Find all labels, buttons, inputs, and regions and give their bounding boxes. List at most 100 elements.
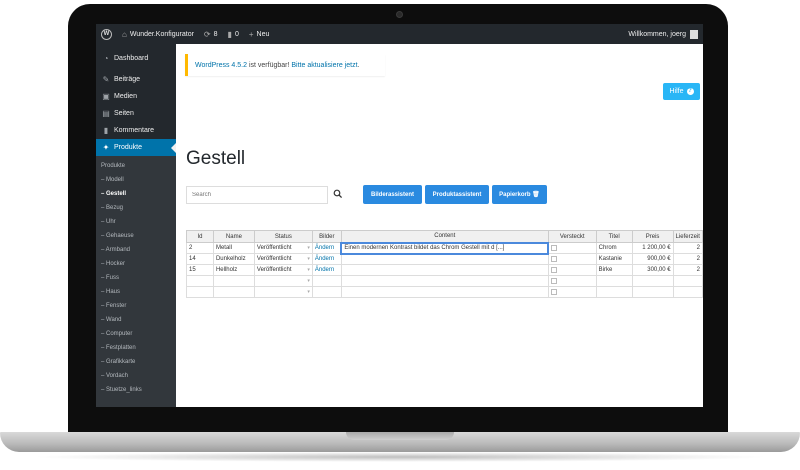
new-content-link[interactable]: + Neu [244,24,275,44]
cell-lieferzeit[interactable]: 2 [672,264,703,276]
submenu-item-uhr[interactable]: – Uhr [96,215,176,229]
wordpress-version-link[interactable]: WordPress 4.5.2 [195,62,247,69]
menu-label: Produkte [114,144,143,151]
cell-versteckt [547,242,597,254]
laptop-shadow [30,452,770,462]
submenu-item-armband[interactable]: – Armband [96,243,176,257]
cell-content[interactable] [340,264,549,276]
admin-sidebar: ◔ Dashboard ✎ Beiträge ▣ Medien ▤ Seiten… [96,44,176,407]
home-icon: ⌂ [122,29,127,39]
hidden-checkbox[interactable] [550,266,557,273]
cell-name[interactable]: Hellholz [212,264,255,276]
submenu-item-gehaeuse[interactable]: – Gehaeuse [96,229,176,243]
submenu-item-fenster[interactable]: – Fenster [96,299,176,313]
new-label: Neu [256,30,270,38]
cell-preis[interactable]: 300,00 € [631,264,674,276]
column-header-titel[interactable]: Titel [595,230,633,243]
cell-lieferzeit[interactable]: 2 [672,242,703,254]
change-images-link[interactable]: Ändern [315,256,334,262]
column-header-status[interactable]: Status [253,230,313,243]
hidden-checkbox[interactable] [550,255,557,262]
submenu-item-wand[interactable]: – Wand [96,313,176,327]
submenu-item-fuss[interactable]: – Fuss [96,271,176,285]
notice-text: ist verfügbar! [247,61,292,69]
updates-link[interactable]: ⟳ 8 [199,24,223,44]
menu-item-media[interactable]: ▣ Medien [96,88,176,105]
column-header-content[interactable]: Content [340,230,549,243]
column-header-name[interactable]: Name [212,230,255,243]
table-row: 14 Dunkelholz Veröffentlicht ▾ Ändern Kas… [186,253,703,265]
question-icon: ? [686,88,694,95]
cell-id[interactable]: 14 [186,253,214,265]
hidden-checkbox[interactable] [551,244,558,251]
account-menu[interactable]: Willkommen, joerg [623,24,703,44]
column-header-preis[interactable]: Preis [631,230,674,243]
cell-preis[interactable]: 1 200,00 € [631,242,674,254]
dropdown-arrow-icon: ▾ [307,289,310,295]
papierkorb-button[interactable]: Papierkorb 🗑 [492,185,547,204]
media-icon: ▣ [102,92,110,101]
cell-status[interactable]: Veröffentlicht ▾ [253,253,313,265]
submenu-item-produkte[interactable]: Produkte [96,159,176,173]
site-name-link[interactable]: ⌂ Wunder.Konfigurator [117,24,199,44]
column-header-versteckt[interactable]: Versteckt [547,230,597,243]
status-value: Veröffentlicht [256,245,292,251]
dropdown-arrow-icon: ▾ [307,256,310,262]
cell-id[interactable]: 2 [186,242,214,254]
menu-item-posts[interactable]: ✎ Beiträge [96,71,176,88]
submenu-item-haus[interactable]: – Haus [96,285,176,299]
update-notice: WordPress 4.5.2 ist verfügbar! Bitte akt… [185,54,385,76]
produktassistent-button[interactable]: Produktassistent [425,185,489,204]
cell-name[interactable]: Dunkelholz [212,253,255,265]
admin-bar: W ⌂ Wunder.Konfigurator ⟳ 8 ▮ 0 + Neu Wi… [96,24,703,44]
comments-link[interactable]: ▮ 0 [223,24,244,44]
cell-titel[interactable]: Kastanie [595,253,633,265]
submenu-item-bezug[interactable]: – Bezug [96,201,176,215]
wp-logo-button[interactable]: W [96,24,117,44]
menu-label: Seiten [114,110,134,117]
menu-item-pages[interactable]: ▤ Seiten [96,105,176,122]
menu-label: Beiträge [114,76,141,83]
menu-label: Dashboard [114,55,149,62]
status-value: Veröffentlicht [256,256,292,262]
cell-preis[interactable]: 900,00 € [631,253,674,265]
update-now-link[interactable]: Bitte aktualisiere jetzt [291,62,357,69]
help-button[interactable]: Hilfe ? [663,83,700,100]
change-images-link[interactable]: Ändern [315,245,334,251]
bilderassistent-button[interactable]: Bilderassistent [363,185,422,204]
submenu-item-computer[interactable]: – Computer [96,327,176,341]
column-header-id[interactable]: Id [186,230,214,243]
submenu-item-gestell[interactable]: – Gestell [96,187,176,201]
cell-status[interactable]: Veröffentlicht ▾ [253,242,313,254]
submenu-item-modell[interactable]: – Modell [96,173,176,187]
help-label: Hilfe [669,88,684,95]
cell-lieferzeit[interactable]: 2 [672,253,703,265]
submenu-item-hocker[interactable]: – Hocker [96,257,176,271]
menu-item-comments[interactable]: ▮ Kommentare [96,122,176,139]
cell-status[interactable]: Veröffentlicht ▾ [253,264,313,276]
cell-content-selected[interactable]: Einen modernen Kontrast bildet das Chrom… [340,241,550,255]
submenu-item-stuetze-links[interactable]: – Stuetze_links [96,383,176,397]
updates-count: 8 [213,30,218,38]
column-header-lieferzeit[interactable]: Lieferzeit [672,230,703,243]
cell-name[interactable]: Metall [212,242,255,254]
cell-titel[interactable]: Chrom [595,242,633,254]
submenu-item-grafikkarte[interactable]: – Grafikkarte [96,355,176,369]
cell-content[interactable] [340,253,549,265]
cell-versteckt [547,264,597,276]
column-header-bilder[interactable]: Bilder [311,230,342,243]
submenu-item-festplatten[interactable]: – Festplatten [96,341,176,355]
hidden-checkbox[interactable] [550,277,557,284]
submenu-item-vordach[interactable]: – Vordach [96,369,176,383]
cell-titel[interactable]: Birke [595,264,633,276]
cell-id[interactable]: 15 [186,264,214,276]
change-images-link[interactable]: Ändern [315,267,334,273]
plus-icon: + [248,29,254,39]
search-input[interactable] [186,186,328,204]
hidden-checkbox[interactable] [550,288,557,295]
menu-item-products[interactable]: ✦ Produkte [96,139,176,156]
pin-icon: ✎ [102,75,110,84]
menu-item-dashboard[interactable]: ◔ Dashboard [96,50,176,67]
search-icon[interactable] [333,189,343,199]
updates-icon: ⟳ [203,29,211,39]
